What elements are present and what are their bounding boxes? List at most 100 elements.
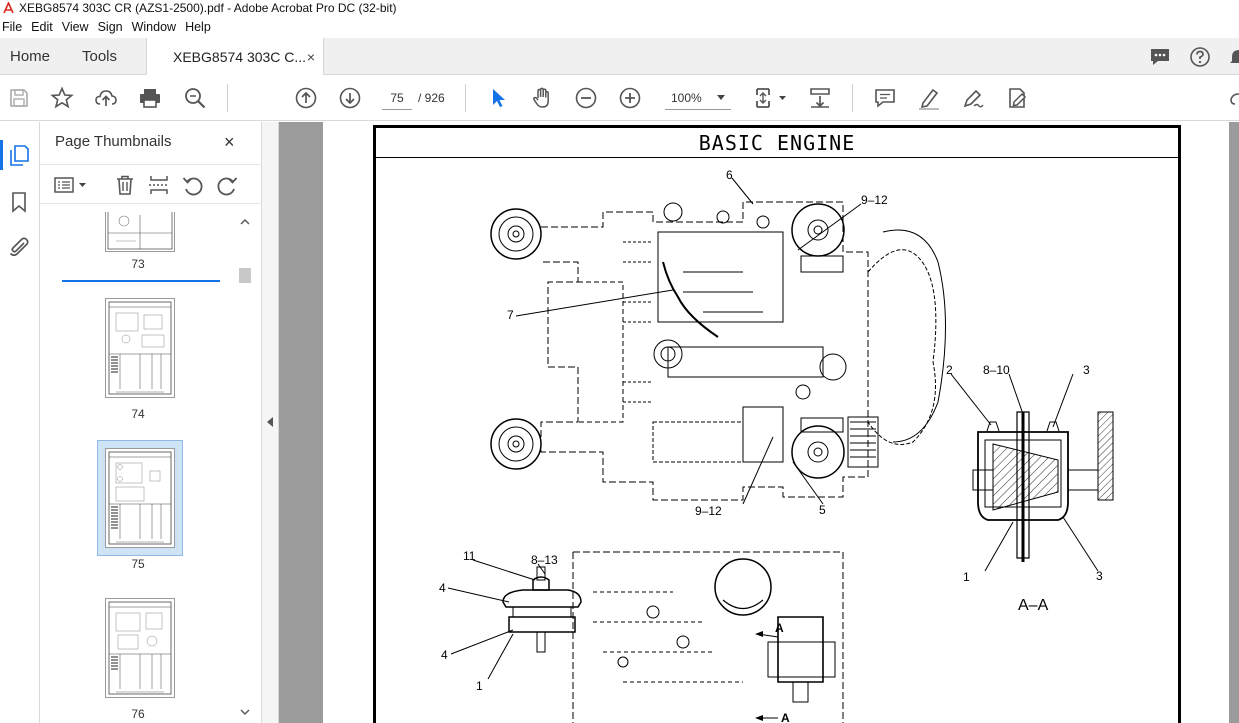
- chevron-down-icon: [717, 95, 725, 100]
- cloud-upload-icon[interactable]: [94, 86, 118, 110]
- next-page-icon[interactable]: [338, 86, 362, 110]
- thumbnail-page-selected[interactable]: [105, 448, 175, 548]
- panel-close-icon[interactable]: ×: [224, 132, 235, 153]
- print-icon[interactable]: [138, 86, 162, 110]
- zoom-search-icon[interactable]: [183, 86, 207, 110]
- callout-11: 11: [463, 549, 476, 563]
- link-icon[interactable]: [1226, 86, 1239, 110]
- callout-9-12-top: 9–12: [861, 193, 888, 207]
- thumbnail-toolbar: [40, 164, 262, 204]
- comment-bubble-icon[interactable]: [1149, 46, 1171, 68]
- zoom-level-select[interactable]: 100%: [665, 86, 731, 110]
- callout-1-left: 1: [476, 679, 483, 693]
- zoom-out-icon[interactable]: [574, 86, 598, 110]
- menu-file[interactable]: File: [0, 20, 29, 34]
- edit-document-icon[interactable]: [1005, 86, 1029, 110]
- callout-1-right: 1: [963, 570, 970, 584]
- menu-help[interactable]: Help: [183, 20, 218, 34]
- thumbnail-scrollbar[interactable]: [237, 216, 251, 721]
- thumbnail-label: 75: [131, 557, 145, 571]
- zoom-level-value: 100%: [671, 91, 702, 105]
- previous-page-icon[interactable]: [294, 86, 318, 110]
- thumbnail-options-icon[interactable]: [53, 173, 89, 197]
- highlight-pen-icon[interactable]: [917, 86, 941, 110]
- left-navigation-rail: [0, 122, 40, 723]
- save-icon[interactable]: [7, 86, 31, 110]
- scrollbar-thumb[interactable]: [239, 268, 251, 283]
- panel-collapse-handle[interactable]: [262, 122, 279, 723]
- callout-8-13: 8–13: [531, 553, 558, 567]
- thumbnail-preview: [108, 451, 172, 545]
- tab-close-icon[interactable]: ×: [307, 49, 315, 65]
- star-bookmark-icon[interactable]: [50, 86, 74, 110]
- page-thumbnails-icon[interactable]: [7, 143, 31, 167]
- page-number-input[interactable]: 75: [382, 86, 412, 110]
- thumbnail-drop-indicator: [62, 280, 220, 282]
- title-bar: XEBG8574 303C CR (AZS1-2500).pdf - Adobe…: [0, 0, 1239, 16]
- page-fit-icon[interactable]: [752, 86, 792, 110]
- thumbnail-preview: [107, 212, 173, 250]
- menu-edit[interactable]: Edit: [29, 20, 60, 34]
- callout-5: 5: [819, 503, 826, 517]
- rotate-counterclockwise-icon[interactable]: [181, 173, 205, 197]
- callout-6: 6: [726, 168, 733, 182]
- thumbnail-page[interactable]: [105, 598, 175, 698]
- page-thumbnails-panel: Page Thumbnails × 73 74 75 76: [40, 122, 262, 723]
- tab-document[interactable]: XEBG8574 303C C... ×: [146, 38, 324, 76]
- toolbar-separator: [852, 84, 853, 112]
- hand-pan-icon[interactable]: [530, 86, 554, 110]
- extract-pages-icon[interactable]: [147, 173, 171, 197]
- tab-tools[interactable]: Tools: [82, 38, 117, 75]
- callout-4-top: 4: [439, 581, 446, 595]
- zoom-in-icon[interactable]: [618, 86, 642, 110]
- panel-title: Page Thumbnails: [55, 133, 172, 150]
- bookmarks-icon[interactable]: [7, 190, 31, 214]
- window-title: XEBG8574 303C CR (AZS1-2500).pdf - Adobe…: [19, 1, 397, 15]
- toolbar-separator: [465, 84, 466, 112]
- scroll-down-arrow-icon[interactable]: [240, 708, 250, 716]
- callout-2: 2: [946, 363, 953, 377]
- callout-3-top: 3: [1083, 363, 1090, 377]
- thumbnail-page[interactable]: [105, 298, 175, 398]
- rail-active-indicator: [0, 140, 3, 170]
- thumbnail-page[interactable]: [105, 212, 175, 252]
- thumbnail-label: 74: [131, 407, 145, 421]
- engine-technical-drawing: 6 9–12 7 2 8–10 3 9–12 5 1 3 A–A 11 8–13…: [439, 168, 1114, 723]
- tabbar-actions: [1149, 38, 1239, 75]
- document-view[interactable]: BASIC ENGINE 6 9–12 7 2 8–10 3 9–12 5 1 …: [279, 122, 1239, 723]
- menu-window[interactable]: Window: [130, 20, 183, 34]
- callout-9-12-bottom: 9–12: [695, 504, 722, 518]
- attachment-paperclip-icon[interactable]: [7, 235, 31, 259]
- section-label-a-a: A–A: [1018, 597, 1049, 614]
- thumbnail-label: 73: [131, 257, 145, 271]
- thumbnail-preview: [108, 301, 172, 395]
- collapse-arrow-icon: [267, 417, 273, 427]
- thumbnail-label: 76: [131, 707, 145, 721]
- add-comment-icon[interactable]: [873, 86, 897, 110]
- toolbar-separator: [227, 84, 228, 112]
- callout-4-bottom: 4: [441, 648, 448, 662]
- thumbnail-preview: [108, 601, 172, 695]
- rotate-clockwise-icon[interactable]: [215, 173, 239, 197]
- tab-home[interactable]: Home: [10, 38, 50, 75]
- menu-view[interactable]: View: [60, 20, 96, 34]
- acrobat-app-icon: [3, 2, 14, 14]
- callout-7: 7: [507, 308, 514, 322]
- scroll-up-arrow-icon[interactable]: [240, 218, 250, 226]
- menu-sign[interactable]: Sign: [96, 20, 130, 34]
- section-marker-a-bottom: A: [781, 711, 790, 723]
- menu-bar: File Edit View Sign Window Help: [0, 16, 1239, 38]
- delete-trash-icon[interactable]: [113, 173, 137, 197]
- main-toolbar: 75 / 926 100%: [0, 75, 1239, 121]
- pdf-page: BASIC ENGINE 6 9–12 7 2 8–10 3 9–12 5 1 …: [323, 122, 1229, 723]
- sign-pen-icon[interactable]: [961, 86, 985, 110]
- page-total: / 926: [418, 91, 445, 105]
- thumbnail-list: 73 74 75 76: [40, 212, 236, 723]
- select-cursor-icon[interactable]: [486, 86, 510, 110]
- help-icon[interactable]: [1189, 46, 1211, 68]
- notification-bell-icon[interactable]: [1229, 46, 1239, 68]
- scroll-mode-icon[interactable]: [808, 86, 832, 110]
- tab-document-label: XEBG8574 303C C...: [173, 49, 307, 65]
- section-marker-a-top: A: [775, 621, 784, 635]
- tab-bar: Home Tools XEBG8574 303C C... ×: [0, 38, 1239, 76]
